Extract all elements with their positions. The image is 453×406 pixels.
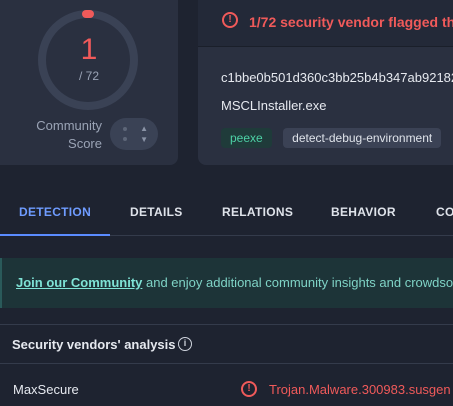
tab-detection[interactable]: DETECTION bbox=[19, 205, 91, 219]
community-banner: Join our Community and enjoy additional … bbox=[0, 258, 453, 308]
file-name: MSCLInstaller.exe bbox=[221, 98, 327, 113]
community-vote-widget[interactable]: ▲ ▼ bbox=[110, 118, 158, 150]
community-score-label: Community Score bbox=[36, 118, 102, 151]
info-icon[interactable]: i bbox=[178, 337, 192, 351]
join-community-link[interactable]: Join our Community bbox=[16, 275, 142, 290]
alert-circle-icon: ! bbox=[222, 12, 238, 28]
tab-community[interactable]: COMMUNITY bbox=[436, 205, 453, 219]
vendor-result: Trojan.Malware.300983.susgen bbox=[269, 382, 451, 397]
table-row: MaxSecure ! Trojan.Malware.300983.susgen bbox=[0, 362, 453, 406]
vendor-name: MaxSecure bbox=[13, 382, 79, 397]
section-title: Security vendors' analysis bbox=[12, 337, 176, 352]
page: 1 / 72 Community Score ▲ ▼ ! 1/72 securi… bbox=[0, 0, 453, 406]
alert-text: 1/72 security vendor flagged this file a… bbox=[249, 14, 453, 30]
chevron-up-icon[interactable]: ▲ bbox=[140, 125, 148, 133]
gauge-indicator bbox=[82, 10, 94, 18]
banner-text: Join our Community and enjoy additional … bbox=[16, 275, 453, 290]
alert-circle-icon: ! bbox=[241, 381, 257, 397]
tab-relations[interactable]: RELATIONS bbox=[222, 205, 293, 219]
file-tags: peexe detect-debug-environment long-slee… bbox=[221, 128, 453, 148]
active-tab-indicator bbox=[0, 234, 110, 236]
vote-dot-icon bbox=[123, 137, 127, 141]
vote-dot-icon bbox=[123, 127, 127, 131]
tag-peexe[interactable]: peexe bbox=[221, 128, 272, 148]
file-hash[interactable]: c1bbe0b501d360c3bb25b4b347ab921825b4b347… bbox=[221, 70, 453, 85]
vendors-section-header: Security vendors' analysis i bbox=[0, 324, 453, 364]
detection-count: 1 bbox=[80, 33, 98, 66]
detection-total: / 72 bbox=[78, 69, 99, 83]
tab-behavior[interactable]: BEHAVIOR bbox=[331, 205, 396, 219]
tag-detect-debug-environment[interactable]: detect-debug-environment bbox=[283, 128, 442, 148]
tab-details[interactable]: DETAILS bbox=[130, 205, 183, 219]
chevron-down-icon[interactable]: ▼ bbox=[140, 136, 148, 144]
detection-score-card: 1 / 72 Community Score ▲ ▼ bbox=[0, 0, 178, 165]
alert-bar: ! 1/72 security vendor flagged this file… bbox=[198, 0, 453, 47]
file-info-card: ! 1/72 security vendor flagged this file… bbox=[198, 0, 453, 165]
tab-bar: DETECTION DETAILS RELATIONS BEHAVIOR COM… bbox=[0, 193, 453, 236]
banner-message: and enjoy additional community insights … bbox=[146, 275, 453, 290]
